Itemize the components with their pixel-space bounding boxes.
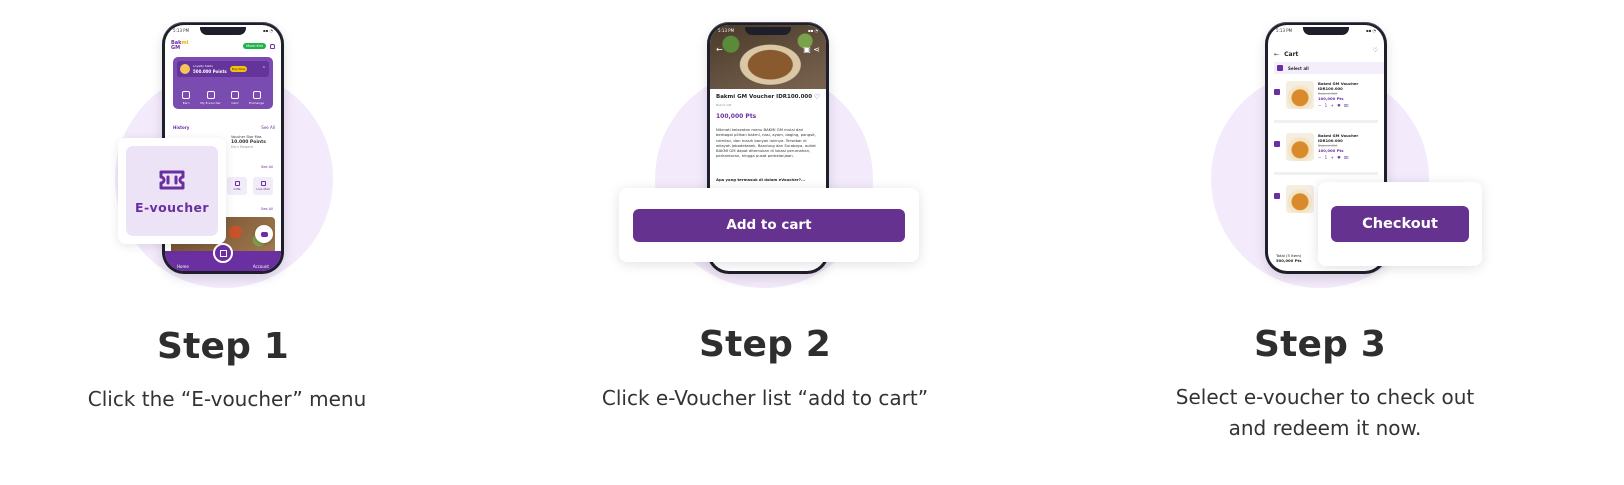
step-2: 5:13 PM ▪▪ ◔ ← ▣ ⋖ Bakmi GM Voucher IDR10…	[560, 0, 980, 485]
voucher-icon	[206, 91, 215, 99]
buy-now-button[interactable]: Buy Now	[229, 66, 248, 72]
select-all-checkbox[interactable]	[1277, 65, 1283, 71]
menu-earn[interactable]: Earn	[182, 91, 191, 105]
heart-icon[interactable]: ♡	[1373, 47, 1378, 54]
back-arrow-icon[interactable]: ←	[1274, 51, 1279, 58]
status-time: 5:13 PM	[1276, 28, 1293, 33]
voucher-thumbnail	[1286, 81, 1314, 109]
status-time: 5:13 PM	[173, 28, 190, 33]
scan-button[interactable]	[213, 243, 233, 263]
step-3: 5:13 PM ▪▪ ◔ ← Cart ♡ Select all Bakmi GM…	[1120, 0, 1620, 485]
voucher-description: Nikmati kelezatan menu BAKMI GM mulai da…	[716, 127, 816, 159]
cart-item: Bakmi GM Voucher IDR100.000 Bakmi GM 100…	[1274, 77, 1378, 123]
step-1: 5:13 PM ▪▪ ◔ Bakmi GM Mulai Kini Loyalty …	[0, 0, 460, 485]
item-price: 100,000 Pts	[1318, 148, 1344, 153]
item-name: Bakmi GM Voucher IDR100.000	[1318, 133, 1359, 143]
step-3-title: Step 3	[1253, 324, 1387, 365]
voucher-title: Bakmi GM Voucher IDR100.000	[716, 94, 813, 100]
evoucher-callout: E-voucher	[118, 138, 226, 244]
history-label: History	[173, 125, 190, 130]
menu-my-evoucher[interactable]: My E-voucher	[200, 91, 221, 105]
cart-item: Bakmi GM Voucher IDR100.000 Bakmi GM 100…	[1274, 129, 1378, 175]
status-time: 5:13 PM	[718, 28, 735, 33]
nav-home[interactable]: Home	[177, 264, 189, 269]
see-all-link[interactable]: See All	[261, 125, 275, 130]
signal-icon: ▪▪ ◔	[807, 28, 818, 33]
item-checkbox[interactable]	[1274, 193, 1280, 199]
bell-icon[interactable]	[270, 43, 275, 49]
step-1-description: Click the “E-voucher” menu	[87, 387, 367, 411]
step-3-description-line-2: and redeem it now.	[1228, 416, 1422, 440]
menu-exchange[interactable]: Exchange	[249, 91, 264, 105]
add-to-cart-button[interactable]: Add to cart	[633, 208, 905, 242]
ticket-icon	[159, 170, 185, 189]
checkout-callout: Checkout	[1318, 182, 1482, 266]
menu-card[interactable]: Card	[230, 91, 239, 105]
step-3-description-line-1: Select e-voucher to check out	[1175, 385, 1475, 409]
step-1-title: Step 1	[156, 326, 290, 367]
gift-icon	[234, 181, 240, 186]
loyalty-card: Loyalty Saldo 500.000 Points Buy Now ⌃ E…	[173, 57, 273, 109]
history-card[interactable]: Voucher Star Mas 10.000 Points Earn Rewa…	[231, 135, 281, 161]
quantity-stepper[interactable]: − 1 + ♥ ⌧	[1318, 155, 1364, 160]
voucher-includes-heading[interactable]: Apa yang termasuk di dalam eVoucher?...	[716, 177, 820, 182]
evoucher-label: E-voucher	[135, 199, 209, 215]
card-icon	[230, 91, 239, 99]
see-all-link-2[interactable]: See All	[261, 165, 273, 169]
heart-icon[interactable]: ♡	[814, 93, 820, 101]
item-checkbox[interactable]	[1274, 89, 1280, 95]
item-name: Bakmi GM Voucher IDR100.000	[1318, 81, 1359, 91]
add-to-cart-callout: Add to cart	[619, 188, 919, 262]
cart-icon[interactable]: ▣	[803, 45, 811, 54]
checkout-button[interactable]: Checkout	[1331, 206, 1469, 242]
grid-item-live-mall[interactable]: Live Mall	[253, 177, 273, 195]
signal-icon: ▪▪ ◔	[1365, 28, 1376, 33]
signal-icon: ▪▪ ◔	[262, 28, 273, 33]
nav-account[interactable]: Account	[253, 264, 269, 269]
step-2-title: Step 2	[698, 324, 832, 365]
coin-icon	[180, 64, 190, 74]
top-pill[interactable]: Mulai Kini	[243, 43, 266, 49]
quantity-stepper[interactable]: − 1 + ♥ ⌧	[1318, 103, 1364, 108]
item-checkbox[interactable]	[1274, 141, 1280, 147]
evoucher-menu-tile[interactable]: E-voucher	[126, 146, 218, 236]
cart-total: Total (5 Item) 500,000 Pts	[1276, 253, 1302, 263]
chat-button[interactable]	[255, 225, 273, 243]
see-all-link-3[interactable]: See All	[261, 207, 273, 211]
cart-title: Cart	[1284, 51, 1299, 58]
back-arrow-icon[interactable]: ←	[716, 45, 723, 54]
step-2-description: Click e-Voucher list “add to cart”	[601, 386, 929, 410]
voucher-points: 100,000 Pts	[716, 113, 757, 120]
exchange-icon	[252, 91, 261, 99]
chevron-up-icon[interactable]: ⌃	[262, 66, 266, 72]
chat-icon	[260, 231, 268, 237]
voucher-thumbnail	[1286, 185, 1314, 213]
grid-item-gifts[interactable]: Gifts	[227, 177, 247, 195]
voucher-brand: Bakmi GM	[716, 103, 732, 107]
scan-icon	[219, 249, 227, 257]
select-all-row[interactable]: Select all	[1274, 62, 1384, 74]
item-price: 100,000 Pts	[1318, 96, 1344, 101]
share-icon[interactable]: ⋖	[813, 45, 820, 54]
bag-icon	[260, 181, 266, 186]
app-logo: Bakmi GM	[171, 40, 189, 51]
voucher-thumbnail	[1286, 133, 1314, 161]
earn-icon	[182, 91, 191, 99]
